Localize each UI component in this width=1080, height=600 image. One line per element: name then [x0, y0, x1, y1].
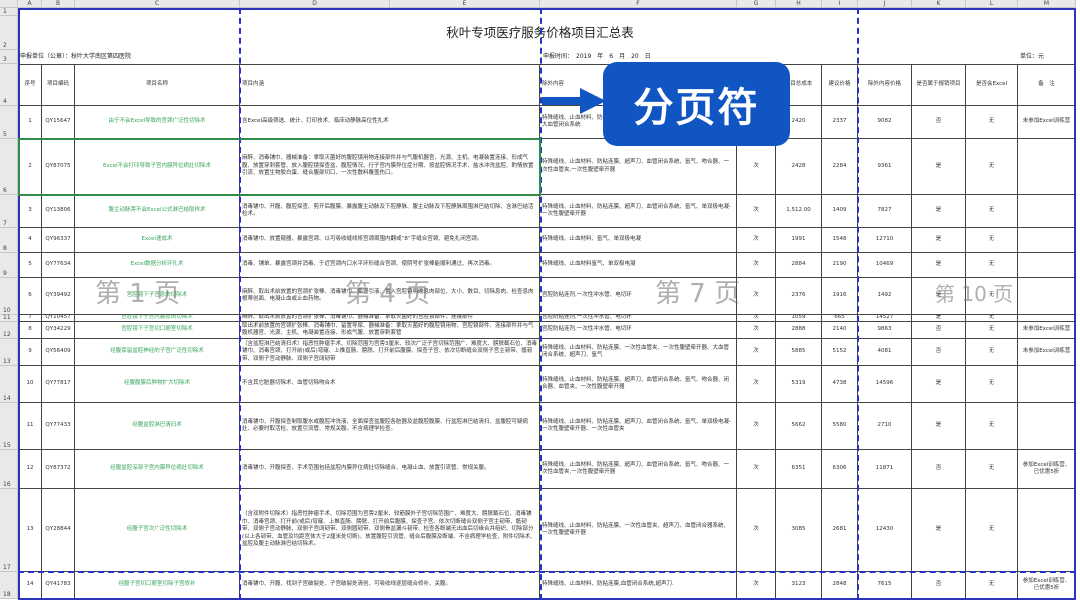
column-header-M[interactable]: M: [1018, 0, 1076, 8]
page-break-callout: 分页符: [603, 62, 790, 146]
row-header-5[interactable]: 5: [0, 106, 18, 139]
column-header-C[interactable]: C: [75, 0, 240, 8]
row-header-14[interactable]: 14: [0, 366, 18, 403]
column-header-K[interactable]: K: [912, 0, 966, 8]
row-header-15[interactable]: 15: [0, 403, 18, 450]
row-header-17[interactable]: 17: [0, 489, 18, 572]
column-header-G[interactable]: G: [737, 0, 776, 8]
row-header-16[interactable]: 16: [0, 450, 18, 489]
column-header-E[interactable]: E: [390, 0, 540, 8]
page-break-vertical[interactable]: [239, 8, 241, 600]
page-label-4: 第 4 页: [345, 273, 430, 310]
column-header-I[interactable]: I: [822, 0, 858, 8]
column-header-F[interactable]: F: [540, 0, 737, 8]
selected-row-outline: [18, 138, 541, 196]
row-header-9[interactable]: 9: [0, 253, 18, 278]
page-label-10: 第 10 页: [935, 278, 1013, 307]
row-header-10[interactable]: 10: [0, 278, 18, 315]
column-header-H[interactable]: H: [776, 0, 822, 8]
arrow-right-icon: [542, 88, 606, 114]
row-header-4[interactable]: 4: [0, 64, 18, 106]
page-break-horizontal[interactable]: [18, 571, 1076, 573]
row-header-13[interactable]: 13: [0, 339, 18, 366]
row-header-18[interactable]: 18: [0, 572, 18, 599]
column-header-B[interactable]: B: [42, 0, 75, 8]
page-break-vertical[interactable]: [857, 8, 859, 600]
column-header-D[interactable]: D: [240, 0, 390, 8]
column-header-L[interactable]: L: [966, 0, 1018, 8]
row-header-2[interactable]: 2: [0, 16, 18, 50]
row-header-3[interactable]: 3: [0, 50, 18, 64]
row-header-11[interactable]: 11: [0, 315, 18, 322]
page-label-1: 第 1 页: [95, 273, 180, 310]
row-header-12[interactable]: 12: [0, 322, 18, 339]
row-header-7[interactable]: 7: [0, 195, 18, 228]
column-header-A[interactable]: A: [18, 0, 42, 8]
page-label-7: 第 7 页: [655, 273, 740, 310]
row-header-6[interactable]: 6: [0, 139, 18, 195]
row-header-8[interactable]: 8: [0, 228, 18, 253]
row-header-1[interactable]: 1: [0, 8, 18, 16]
select-all-corner[interactable]: [0, 0, 18, 8]
column-header-J[interactable]: J: [858, 0, 912, 8]
